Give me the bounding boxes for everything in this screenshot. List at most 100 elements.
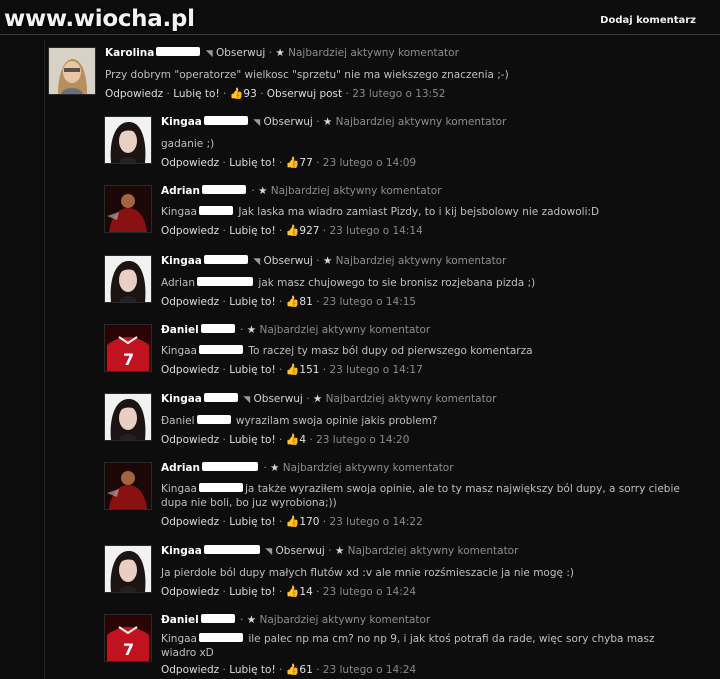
reply-button[interactable]: Odpowiedz — [161, 225, 219, 237]
top-commenter-badge: Najbardziej aktywny komentator — [335, 116, 507, 128]
mention-link[interactable]: Kingaa — [161, 483, 197, 495]
commenter-name[interactable]: Karolina — [105, 47, 154, 59]
avatar[interactable]: 7 — [104, 614, 152, 662]
timestamp[interactable]: 23 lutego o 13:52 — [352, 88, 445, 100]
avatar[interactable] — [104, 393, 152, 441]
comment-body: Jak laska ma wiadro zamiast Pizdy, to i … — [238, 206, 600, 218]
mention-link[interactable]: Adrian — [161, 277, 195, 289]
reply-button[interactable]: Odpowiedz — [161, 157, 219, 169]
like-button[interactable]: Lubię to! — [229, 225, 275, 237]
timestamp[interactable]: 23 lutego o 14:09 — [323, 157, 416, 169]
thumbs-up-icon: 👍 — [285, 585, 300, 598]
timestamp[interactable]: 23 lutego o 14:20 — [316, 434, 409, 446]
mention-link[interactable]: Đaniel — [161, 415, 195, 427]
like-count: 93 — [243, 88, 257, 100]
like-button[interactable]: Lubię to! — [229, 296, 275, 308]
top-commenter-badge: Najbardziej aktywny komentator — [335, 255, 507, 267]
mention-link[interactable]: Kingaa — [161, 345, 197, 357]
follow-post-button[interactable]: Obserwuj post — [267, 88, 342, 100]
timestamp[interactable]: 23 lutego o 14:15 — [323, 296, 416, 308]
timestamp[interactable]: 23 lutego o 14:24 — [323, 664, 416, 676]
like-count: 170 — [299, 516, 320, 528]
redaction — [199, 345, 243, 354]
thumbs-up-icon: 👍 — [285, 363, 300, 376]
star-icon: ★ — [322, 116, 333, 128]
reply-button[interactable]: Odpowiedz — [161, 516, 219, 528]
reply-button[interactable]: Odpowiedz — [105, 88, 163, 100]
thumbs-up-icon: 👍 — [229, 87, 244, 100]
like-button[interactable]: Lubię to! — [229, 364, 275, 376]
redaction — [196, 415, 231, 424]
avatar[interactable] — [104, 545, 152, 593]
like-count: 77 — [299, 157, 313, 169]
commenter-name[interactable]: Kingaa — [161, 255, 202, 267]
timestamp[interactable]: 23 lutego o 14:17 — [329, 364, 422, 376]
avatar[interactable] — [104, 185, 152, 233]
like-button[interactable]: Lubię to! — [229, 434, 275, 446]
follow-button[interactable]: Obserwuj — [216, 47, 265, 59]
star-icon: ★ — [312, 393, 323, 405]
reply-button[interactable]: Odpowiedz — [161, 664, 219, 676]
star-icon: ★ — [246, 614, 257, 626]
reply-button[interactable]: Odpowiedz — [161, 364, 219, 376]
follow-button[interactable]: Obserwuj — [254, 393, 303, 405]
commenter-name[interactable]: Kingaa — [161, 116, 202, 128]
rss-icon: ◥ — [243, 395, 251, 405]
reply-button[interactable]: Odpowiedz — [161, 434, 219, 446]
commenter-name[interactable]: Đaniel — [161, 614, 199, 626]
star-icon: ★ — [270, 462, 280, 474]
reply-button[interactable]: Odpowiedz — [161, 586, 219, 598]
follow-button[interactable]: Obserwuj — [264, 116, 313, 128]
reply-button[interactable]: Odpowiedz — [161, 296, 219, 308]
redaction — [199, 483, 243, 492]
redaction — [200, 324, 235, 333]
rss-icon: ◥ — [265, 547, 273, 557]
commenter-name[interactable]: Adrian — [161, 185, 200, 197]
comment-text: Adrian jak masz chujowego to sie bronisz… — [161, 276, 535, 290]
avatar[interactable] — [104, 462, 152, 510]
like-count: 927 — [299, 225, 320, 237]
thumbs-up-icon: 👍 — [285, 295, 300, 308]
mention-link[interactable]: Kingaa — [161, 206, 197, 218]
like-button[interactable]: Lubię to! — [229, 586, 275, 598]
mention-link[interactable]: Kingaa — [161, 633, 197, 645]
add-comment-link[interactable]: Dodaj komentarz — [600, 15, 696, 26]
commenter-name[interactable]: Đaniel — [161, 324, 199, 336]
avatar[interactable] — [48, 47, 96, 95]
like-button[interactable]: Lubię to! — [229, 664, 275, 676]
redaction — [200, 614, 235, 623]
timestamp[interactable]: 23 lutego o 14:24 — [323, 586, 416, 598]
comment-body: wyrazilam swoja opinie jakis problem? — [235, 415, 438, 427]
commenter-name[interactable]: Kingaa — [161, 393, 202, 405]
redaction — [203, 255, 248, 264]
redaction — [199, 633, 243, 642]
like-button[interactable]: Lubię to! — [229, 157, 275, 169]
comment-body-continued: wiadro xD — [161, 647, 214, 659]
top-commenter-badge: Najbardziej aktywny komentator — [347, 545, 519, 557]
follow-button[interactable]: Obserwuj — [276, 545, 325, 557]
comment-text: Kingaa Jak laska ma wiadro zamiast Pizdy… — [161, 205, 599, 219]
redaction — [203, 545, 260, 554]
avatar[interactable] — [104, 116, 152, 164]
like-count: 61 — [299, 664, 313, 676]
like-button[interactable]: Lubię to! — [173, 88, 219, 100]
comment-text: Kingaa ile palec np ma cm? no np 9, i ja… — [161, 632, 654, 660]
avatar[interactable] — [104, 255, 152, 303]
redaction — [201, 462, 258, 471]
avatar[interactable]: 7 — [104, 324, 152, 372]
thumbs-up-icon: 👍 — [285, 663, 300, 676]
rss-icon: ◥ — [253, 257, 261, 267]
svg-text:7: 7 — [123, 350, 134, 369]
comment-body: ja także wyraziłem swoja opinie, ale to … — [245, 483, 680, 495]
comment-text: Kingaa ja także wyraziłem swoja opinie, a… — [161, 482, 680, 510]
commenter-name[interactable]: Adrian — [161, 462, 200, 474]
top-commenter-badge: Najbardziej aktywny komentator — [259, 324, 431, 336]
site-watermark: www.wiocha.pl — [4, 6, 195, 32]
timestamp[interactable]: 23 lutego o 14:22 — [329, 516, 422, 528]
redaction — [156, 47, 201, 56]
commenter-name[interactable]: Kingaa — [161, 545, 202, 557]
follow-button[interactable]: Obserwuj — [264, 255, 313, 267]
timestamp[interactable]: 23 lutego o 14:14 — [329, 225, 422, 237]
redaction — [197, 277, 253, 286]
like-button[interactable]: Lubię to! — [229, 516, 275, 528]
